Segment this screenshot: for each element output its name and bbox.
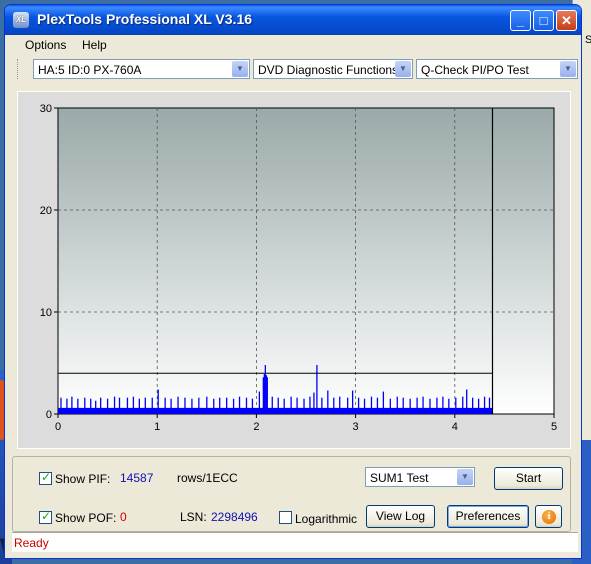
main-window: XL PlexTools Professional XL V3.16 _ □ ✕… — [4, 4, 582, 559]
x-tick-label: 3 — [353, 421, 359, 433]
chevron-down-icon[interactable]: ▼ — [457, 469, 473, 485]
check-icon: ✓ — [41, 509, 52, 523]
logarithmic-checkbox[interactable] — [279, 511, 292, 524]
test-select-value: Q-Check PI/PO Test — [421, 63, 529, 77]
toolbar-grip[interactable] — [17, 59, 22, 79]
test-select[interactable]: Q-Check PI/PO Test ▼ — [416, 59, 578, 79]
view-log-button[interactable]: View Log — [366, 505, 435, 528]
chevron-down-icon[interactable]: ▼ — [232, 61, 248, 77]
x-tick-label: 1 — [154, 421, 160, 433]
preferences-button[interactable]: Preferences — [447, 505, 529, 528]
menu-help[interactable]: Help — [82, 38, 107, 52]
info-icon: i — [542, 510, 556, 524]
show-pof-label: Show POF: — [55, 511, 117, 525]
title-bar[interactable]: XL PlexTools Professional XL V3.16 _ □ ✕ — [5, 5, 581, 35]
maximize-button[interactable]: □ — [533, 10, 554, 31]
menu-options[interactable]: Options — [25, 38, 66, 52]
function-select-value: DVD Diagnostic Functions — [258, 63, 399, 77]
info-button[interactable]: i — [535, 505, 562, 528]
pof-value: 0 — [120, 510, 127, 524]
logarithmic-label: Logarithmic — [295, 512, 358, 526]
sum-test-select[interactable]: SUM1 Test ▼ — [365, 467, 475, 487]
show-pof-checkbox[interactable]: ✓ — [39, 509, 52, 524]
x-tick-label: 0 — [55, 421, 61, 433]
pif-value: 14587 — [120, 471, 154, 485]
y-tick-label: 20 — [40, 205, 52, 217]
y-tick-label: 10 — [40, 307, 52, 319]
plot-area — [57, 107, 555, 415]
sum-test-value: SUM1 Test — [370, 471, 429, 485]
controls-panel: ✓ Show PIF: 14587 rows/1ECC SUM1 Test ▼ … — [12, 456, 571, 532]
pi-po-chart: 0 1 2 3 4 5 0 10 20 30 — [40, 103, 557, 433]
lsn-value: 2298496 — [211, 510, 258, 524]
drive-select-value: HA:5 ID:0 PX-760A — [38, 63, 142, 77]
close-button[interactable]: ✕ — [556, 10, 577, 31]
chevron-down-icon[interactable]: ▼ — [560, 61, 576, 77]
menu-bar: Options Help — [5, 35, 581, 55]
x-tick-label: 4 — [452, 421, 458, 433]
show-pif-label: Show PIF: — [55, 472, 111, 486]
pif-unit: rows/1ECC — [177, 471, 238, 485]
y-tick-label: 30 — [40, 103, 52, 115]
status-bar: Ready — [12, 532, 578, 552]
minimize-button[interactable]: _ — [510, 10, 531, 31]
status-text: Ready — [14, 536, 49, 550]
chevron-down-icon[interactable]: ▼ — [395, 61, 411, 77]
check-icon: ✓ — [41, 470, 52, 484]
pif-baseline-bar — [58, 407, 493, 414]
start-button[interactable]: Start — [494, 467, 563, 490]
y-tick-label: 0 — [46, 409, 52, 421]
window-title: PlexTools Professional XL V3.16 — [37, 11, 253, 27]
app-icon: XL — [13, 12, 29, 28]
show-pif-checkbox[interactable]: ✓ — [39, 470, 52, 485]
lsn-label: LSN: — [180, 510, 207, 524]
drive-select[interactable]: HA:5 ID:0 PX-760A ▼ — [33, 59, 250, 79]
x-tick-label: 2 — [253, 421, 259, 433]
toolbar: HA:5 ID:0 PX-760A ▼ DVD Diagnostic Funct… — [5, 57, 581, 83]
x-tick-label: 5 — [551, 421, 557, 433]
function-select[interactable]: DVD Diagnostic Functions ▼ — [253, 59, 413, 79]
chart-panel: 0 1 2 3 4 5 0 10 20 30 — [17, 91, 571, 449]
background-window-label: S — [585, 34, 591, 46]
